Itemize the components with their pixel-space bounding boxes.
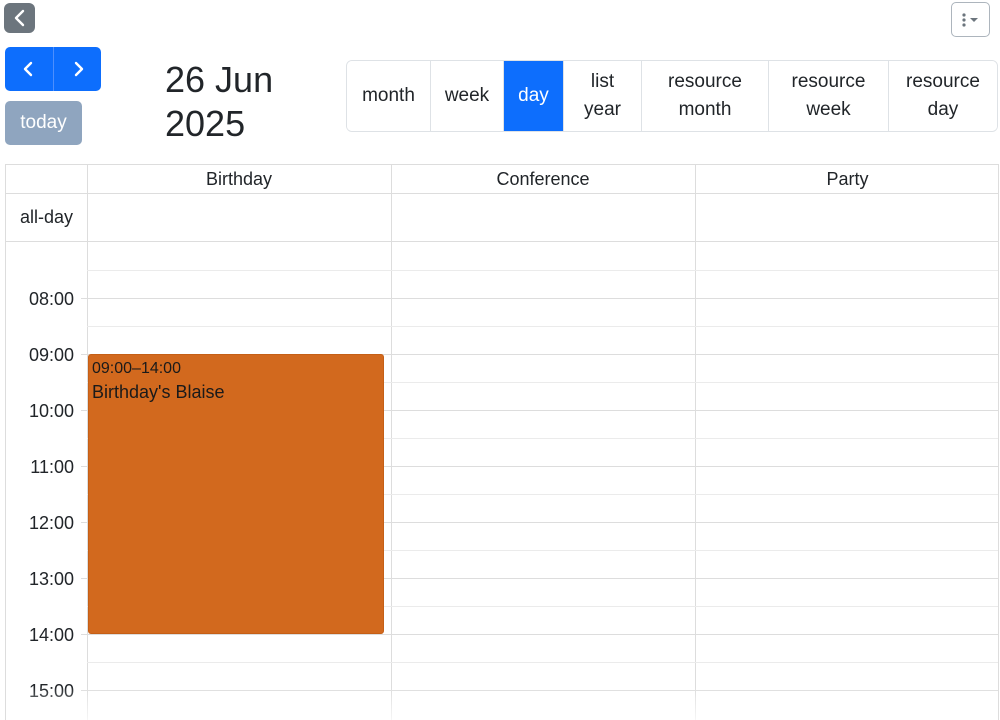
view-label: day — [518, 85, 549, 106]
next-button[interactable] — [53, 47, 101, 91]
view-switcher: month week day list year resource month … — [346, 60, 998, 132]
prev-button[interactable] — [5, 47, 53, 91]
allday-label: all-day — [6, 194, 87, 242]
column-divider — [391, 165, 392, 720]
event-time: 09:00–14:00 — [92, 360, 181, 377]
time-label: 11:00 — [30, 457, 74, 477]
view-label: week — [444, 85, 490, 106]
time-label: 13:00 — [28, 569, 74, 589]
chevron-left-icon — [14, 9, 24, 27]
chevron-left-icon — [23, 61, 33, 77]
resource-day-grid: Birthday Conference Party all-day 08:00 … — [5, 164, 999, 720]
view-day-button[interactable]: day — [503, 61, 563, 131]
resource-header-conference: Conference — [391, 165, 695, 194]
title-date: 26 Jun — [165, 59, 274, 100]
slot-line — [87, 662, 998, 663]
bottom-fade — [6, 687, 998, 720]
time-label: 09:00 — [28, 345, 74, 365]
view-label: week — [806, 99, 851, 120]
page-title: 26 Jun 2025 — [165, 58, 335, 146]
slot-line — [81, 634, 998, 635]
view-label: year — [584, 99, 621, 120]
view-label: resource — [668, 71, 742, 92]
title-year: 2025 — [165, 103, 246, 144]
view-month-button[interactable]: month — [347, 61, 430, 131]
options-menu-button[interactable] — [951, 2, 990, 37]
view-resource-month-button[interactable]: resource month — [641, 61, 768, 131]
column-divider — [695, 165, 696, 720]
back-button[interactable] — [4, 3, 35, 33]
view-label: month — [678, 99, 732, 120]
time-label: 15:00 — [28, 681, 74, 701]
today-button[interactable]: today — [5, 101, 82, 145]
prev-next-group — [5, 47, 101, 91]
allday-row[interactable] — [87, 194, 998, 242]
time-label: 08:00 — [28, 289, 74, 309]
chevron-right-icon — [74, 61, 83, 77]
view-label: resource — [791, 71, 866, 92]
slot-line — [87, 326, 998, 327]
view-week-button[interactable]: week — [430, 61, 503, 131]
time-label: 10:00 — [28, 401, 74, 421]
view-list-year-button[interactable]: list year — [563, 61, 641, 131]
view-resource-day-button[interactable]: resource day — [888, 61, 997, 131]
view-label: list — [590, 71, 615, 92]
time-label: 14:00 — [28, 625, 74, 645]
slot-line — [81, 298, 998, 299]
kebab-dropdown-icon — [961, 12, 978, 27]
event-title: Birthday's Blaise — [92, 382, 225, 402]
view-resource-week-button[interactable]: resource week — [768, 61, 888, 131]
resource-header-party: Party — [695, 165, 998, 194]
view-label: month — [362, 85, 415, 106]
event-birthdays-blaise[interactable]: 09:00–14:00 Birthday's Blaise — [88, 354, 384, 634]
view-label: day — [927, 99, 959, 120]
slot-line — [81, 690, 998, 691]
header-axis-cell — [6, 165, 87, 194]
view-label: resource — [906, 71, 980, 92]
slot-line — [87, 270, 998, 271]
time-label: 12:00 — [28, 513, 74, 533]
resource-header-birthday: Birthday — [87, 165, 391, 194]
